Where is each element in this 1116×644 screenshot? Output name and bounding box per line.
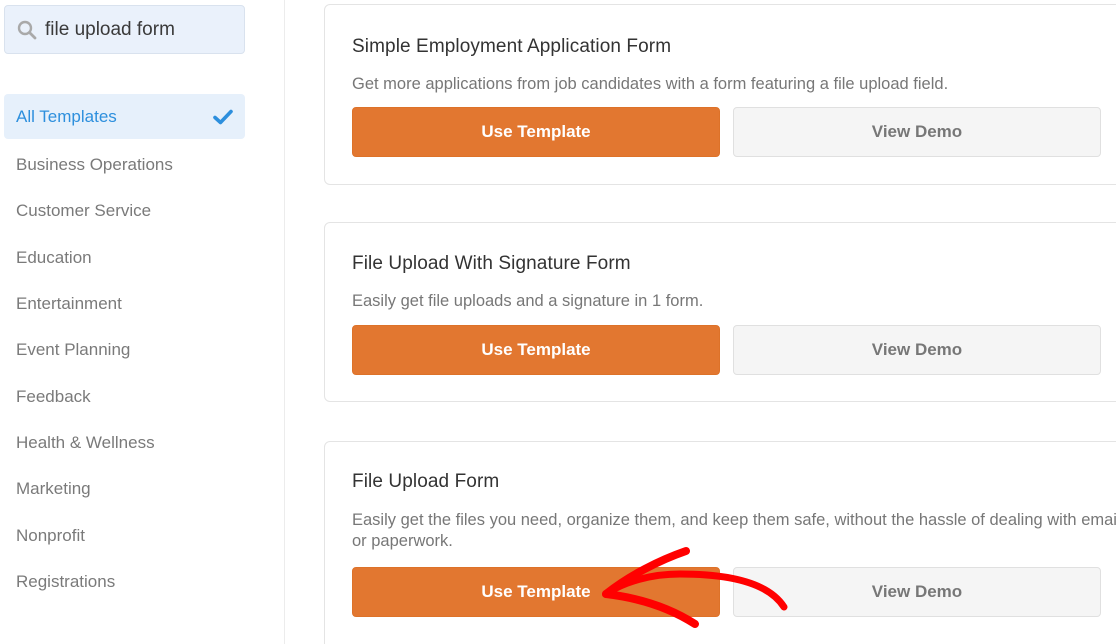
view-demo-button[interactable]: View Demo [733, 107, 1101, 157]
view-demo-button[interactable]: View Demo [733, 567, 1101, 617]
category-event-planning[interactable]: Event Planning [0, 327, 284, 373]
category-health-wellness[interactable]: Health & Wellness [0, 420, 284, 466]
category-entertainment[interactable]: Entertainment [0, 281, 284, 327]
template-card: File Upload With Signature Form Easily g… [324, 222, 1116, 402]
use-template-button[interactable]: Use Template [352, 567, 720, 617]
template-title: File Upload With Signature Form [352, 253, 631, 274]
template-title: Simple Employment Application Form [352, 36, 672, 57]
template-card: Simple Employment Application Form Get m… [324, 4, 1116, 185]
category-education[interactable]: Education [0, 235, 284, 281]
sidebar: All Templates Business Operations Custom… [0, 0, 285, 644]
category-marketing[interactable]: Marketing [0, 466, 284, 512]
category-registrations[interactable]: Registrations [0, 559, 284, 605]
template-card: File Upload Form Easily get the files yo… [324, 441, 1116, 644]
use-template-button[interactable]: Use Template [352, 325, 720, 375]
category-label: All Templates [16, 106, 117, 126]
template-description: Easily get file uploads and a signature … [352, 292, 704, 310]
template-description: Easily get the files you need, organize … [352, 511, 1116, 550]
category-nonprofit[interactable]: Nonprofit [0, 512, 284, 558]
search-box[interactable] [4, 5, 245, 54]
category-customer-service[interactable]: Customer Service [0, 188, 284, 234]
template-title: File Upload Form [352, 471, 500, 492]
check-icon [213, 109, 233, 125]
template-description: Get more applications from job candidate… [352, 75, 949, 93]
search-input[interactable] [45, 18, 235, 41]
category-list: Business Operations Customer Service Edu… [0, 142, 284, 605]
category-all-templates[interactable]: All Templates [4, 94, 245, 139]
search-icon [17, 20, 37, 40]
category-business-operations[interactable]: Business Operations [0, 142, 284, 188]
view-demo-button[interactable]: View Demo [733, 325, 1101, 375]
use-template-button[interactable]: Use Template [352, 107, 720, 157]
category-feedback[interactable]: Feedback [0, 373, 284, 419]
template-list: Simple Employment Application Form Get m… [285, 0, 1116, 644]
